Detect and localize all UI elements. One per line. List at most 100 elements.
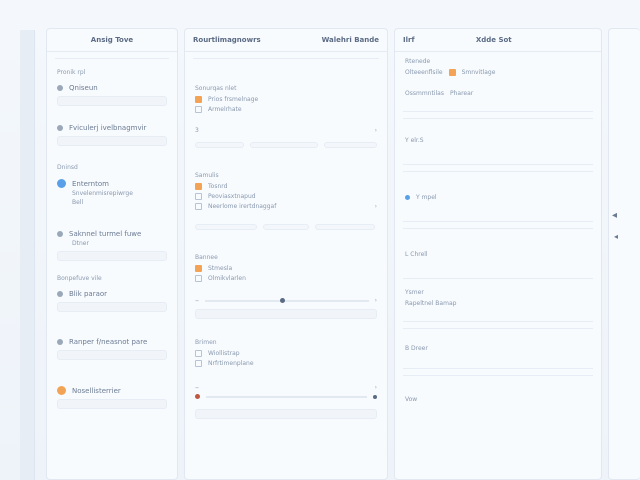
checkbox-row[interactable]: Stmesla <box>185 265 387 272</box>
minus-icon[interactable]: – <box>195 383 199 392</box>
chevron-icon[interactable]: › <box>375 384 377 391</box>
tag-row: Olteeenflsile Smnvitlage <box>395 69 601 76</box>
text-field[interactable] <box>57 96 167 106</box>
divider <box>403 228 593 229</box>
divider <box>403 221 593 222</box>
checkbox[interactable] <box>195 350 202 357</box>
arrow-left-icon[interactable]: ◂ <box>614 232 618 241</box>
divider <box>403 278 593 279</box>
list-item[interactable]: Blik paraor <box>47 290 177 298</box>
detail-row[interactable]: Vow <box>395 396 601 403</box>
chevron-icon[interactable]: › <box>375 297 377 304</box>
chevron-icon[interactable]: › <box>375 127 377 134</box>
slider-track[interactable] <box>206 395 367 398</box>
slider-track[interactable] <box>205 297 369 303</box>
text-field[interactable] <box>57 136 167 146</box>
checkbox[interactable] <box>195 193 202 200</box>
section-label: Rtenede <box>405 58 431 65</box>
detail-row[interactable]: Y mpel <box>395 194 601 201</box>
item-label: Fviculerj ivelbnagmvir <box>69 124 147 132</box>
detail-label: L Chrell <box>405 251 428 258</box>
checkbox-row[interactable]: Wiollistrap <box>185 350 387 357</box>
chevron-icon[interactable]: › <box>375 203 377 210</box>
gear-icon <box>57 125 63 131</box>
column-title: Xdde Sot <box>475 36 512 44</box>
checkbox-row[interactable]: Neerlome irertdnaggaf › <box>185 203 387 210</box>
checkbox-row[interactable]: Peoviasxtnapud <box>185 193 387 200</box>
divider <box>403 328 593 329</box>
checkbox[interactable] <box>195 106 202 113</box>
checkbox-row[interactable]: Nrfrtimenplane <box>185 360 387 367</box>
checkbox[interactable] <box>195 265 202 272</box>
slider-row[interactable]: – › <box>185 383 387 392</box>
text-field[interactable] <box>57 350 167 360</box>
item-label: Saknnel turmel fuwe <box>69 230 142 238</box>
divider <box>403 164 593 165</box>
pill[interactable] <box>195 224 257 230</box>
column-title: Ansig Tove <box>90 36 134 44</box>
detail-label: Y elr.S <box>405 137 424 144</box>
text-field[interactable] <box>57 251 167 261</box>
detail-label: Rapeltnel Bamap <box>405 300 457 307</box>
slider-row[interactable] <box>185 394 387 399</box>
detail-row[interactable]: Rapeltnel Bamap <box>395 300 601 307</box>
pill[interactable] <box>195 142 244 148</box>
column-header: Ansig Tove <box>47 29 177 52</box>
status-icon <box>405 195 410 200</box>
tag[interactable]: Smnvitlage <box>462 69 496 76</box>
pill[interactable] <box>263 224 309 230</box>
slider-row[interactable]: – › <box>185 296 387 305</box>
tag[interactable]: Ossmmntilas <box>405 90 444 97</box>
detail-row[interactable]: L Chrell <box>395 251 601 258</box>
arrow-left-icon[interactable]: ◂ <box>612 210 617 221</box>
list-item[interactable]: Enterntom <box>47 179 177 188</box>
pill[interactable] <box>249 142 319 148</box>
detail-label: Vow <box>405 396 418 403</box>
list-item[interactable]: Nosellisterrier <box>47 386 177 395</box>
page-edge <box>20 30 35 480</box>
checkbox[interactable] <box>195 183 202 190</box>
checkbox[interactable] <box>195 96 202 103</box>
detail-label: Y mpel <box>416 194 437 201</box>
column-action[interactable]: Walehri Bande <box>322 36 379 44</box>
user-avatar-icon <box>57 386 66 395</box>
checkbox[interactable] <box>195 360 202 367</box>
group-label: Sonurqas nlet <box>195 85 237 92</box>
list-item[interactable]: Saknnel turmel fuwe <box>47 230 177 238</box>
checkbox[interactable] <box>195 203 202 210</box>
detail-row[interactable]: Y elr.S <box>395 137 601 144</box>
pill[interactable] <box>315 224 375 230</box>
divider <box>55 58 169 59</box>
tag-row: Ossmmntilas Pharear <box>395 90 601 97</box>
pill[interactable] <box>324 142 377 148</box>
column-partial <box>608 28 640 480</box>
text-field[interactable] <box>195 409 377 419</box>
checkbox-row[interactable]: Olmikvlarlen <box>185 275 387 282</box>
tag[interactable]: Olteeenflsile <box>405 69 443 76</box>
checkbox[interactable] <box>195 275 202 282</box>
checkbox-row[interactable]: Prios frsmelnage <box>185 96 387 103</box>
list-item[interactable]: Qniseun <box>47 84 177 92</box>
text-field[interactable] <box>57 399 167 409</box>
checkbox-row[interactable]: Tosnrd <box>185 183 387 190</box>
column-title: Rourtlimagnowrs <box>193 36 261 44</box>
tag[interactable]: Pharear <box>450 90 473 97</box>
checkbox-label: Stmesla <box>208 265 233 272</box>
checkbox-label: Armelrhate <box>208 106 242 113</box>
list-item[interactable]: Fviculerj ivelbnagmvir <box>47 124 177 132</box>
pin-icon <box>57 339 63 345</box>
list-item[interactable]: Ranper f/neasnot pare <box>47 338 177 346</box>
checkbox-label: Neerlome irertdnaggaf <box>208 203 277 210</box>
pill-row <box>185 142 387 148</box>
text-field[interactable] <box>57 302 167 312</box>
slider-handle[interactable] <box>280 297 286 303</box>
group-label: Brimen <box>195 339 217 346</box>
detail-row[interactable]: B Dreer <box>395 345 601 352</box>
item-tag: Bell <box>72 199 84 206</box>
checkbox-label: Olmikvlarlen <box>208 275 246 282</box>
minus-icon[interactable]: – <box>195 296 199 305</box>
column-settings: Rourtlimagnowrs Walehri Bande Sonurqas n… <box>184 28 388 480</box>
text-field[interactable] <box>195 309 377 319</box>
checkbox-row[interactable]: Armelrhate <box>185 106 387 113</box>
divider <box>403 118 593 119</box>
